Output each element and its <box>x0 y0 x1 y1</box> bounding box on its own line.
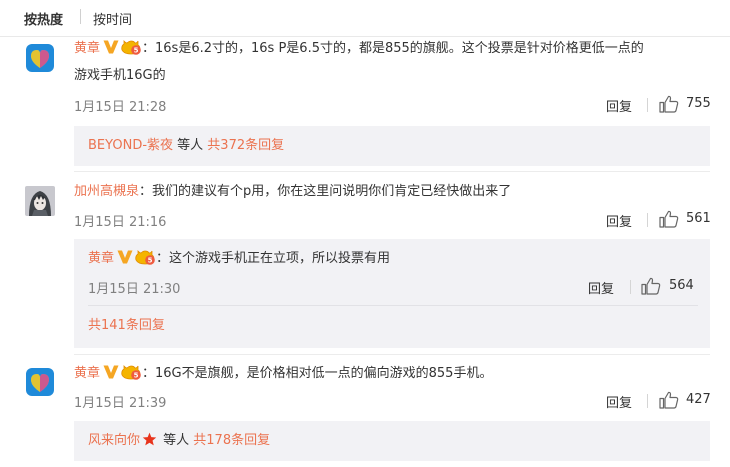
action-separator <box>647 394 648 408</box>
replies-count-link[interactable]: 共141条回复 <box>88 318 165 333</box>
reply-button[interactable]: 回复 <box>588 278 614 297</box>
avatar[interactable] <box>25 43 55 73</box>
star-icon <box>142 432 157 446</box>
action-separator <box>647 213 648 227</box>
reply-author[interactable]: 黄章 <box>88 251 114 266</box>
sort-bar: 按热度 按时间 <box>0 0 730 36</box>
verified-v-icon <box>117 250 133 264</box>
comment-date: 1月15日 21:28 <box>74 100 167 115</box>
comment-1-line2: 游戏手机16G的 <box>74 66 166 86</box>
anime-character-avatar-icon <box>25 186 55 216</box>
replies-summary: 共141条回复 <box>88 316 165 336</box>
like-count: 561 <box>686 211 711 226</box>
reply-text: ：这个游戏手机正在立项，所以投票有用 <box>156 251 391 266</box>
comment-author[interactable]: 加州高槻泉 <box>74 184 139 199</box>
nested-reply-box: 黄章 ：这个游戏手机正在立项，所以投票有用 1月15日 21:30 回复 564 … <box>74 239 710 348</box>
meizu-logo-avatar-icon <box>25 367 55 397</box>
comment-text-continued: 游戏手机16G的 <box>74 68 166 83</box>
reply-button[interactable]: 回复 <box>606 211 632 230</box>
member-level-icon[interactable] <box>120 38 142 55</box>
replies-summary: 风来向你 等人 共178条回复 <box>88 431 270 451</box>
replies-count-link[interactable]: 共372条回复 <box>207 138 284 153</box>
replies-count-link[interactable]: 共178条回复 <box>193 433 270 448</box>
summary-connector: 等人 <box>173 138 208 153</box>
comment-text: ：16G不是旗舰，是价格相对低一点的偏向游戏的855手机。 <box>142 366 493 381</box>
reply-date: 1月15日 21:30 <box>88 282 181 297</box>
thumbs-up-icon[interactable] <box>659 210 679 228</box>
nested-divider <box>88 305 698 306</box>
thumbs-up-icon[interactable] <box>659 391 679 409</box>
avatar[interactable] <box>25 186 55 216</box>
replies-summary-box: BEYOND-紫夜 等人 共372条回复 <box>74 126 710 166</box>
reply-users-link[interactable]: 风来向你 <box>88 433 140 448</box>
thumbs-up-icon[interactable] <box>641 277 661 295</box>
member-level-icon[interactable] <box>134 248 156 265</box>
sort-by-hot-tab[interactable]: 按热度 <box>24 9 63 28</box>
comment-divider <box>74 354 710 355</box>
reply-button[interactable]: 回复 <box>606 392 632 411</box>
comment-3-line1: 黄章 ：16G不是旗舰，是价格相对低一点的偏向游戏的855手机。 <box>74 363 492 384</box>
verified-v-icon <box>103 365 119 379</box>
member-level-icon[interactable] <box>120 363 142 380</box>
meizu-logo-avatar-icon <box>25 43 55 73</box>
like-count: 564 <box>669 278 694 293</box>
sort-separator <box>80 9 81 24</box>
reply-button[interactable]: 回复 <box>606 96 632 115</box>
comment-date: 1月15日 21:16 <box>74 215 167 230</box>
reply-users-link[interactable]: BEYOND-紫夜 <box>88 138 173 153</box>
verified-v-icon <box>103 40 119 54</box>
action-separator <box>630 280 631 294</box>
comment-text: ：我们的建议有个p用，你在这里问说明你们肯定已经快做出来了 <box>139 184 512 199</box>
replies-summary: BEYOND-紫夜 等人 共372条回复 <box>88 136 284 156</box>
comment-date: 1月15日 21:39 <box>74 396 167 411</box>
avatar[interactable] <box>25 367 55 397</box>
comment-author[interactable]: 黄章 <box>74 366 100 381</box>
thumbs-up-icon[interactable] <box>659 95 679 113</box>
comment-2-line1: 加州高槻泉：我们的建议有个p用，你在这里问说明你们肯定已经快做出来了 <box>74 182 511 202</box>
comment-1-line1: 黄章 ：16s是6.2寸的，16s P是6.5寸的，都是855的旗舰。这个投票是针… <box>74 38 644 59</box>
replies-summary-box: 风来向你 等人 共178条回复 <box>74 421 710 461</box>
like-count: 755 <box>686 96 711 111</box>
header-divider <box>0 36 730 37</box>
comment-author[interactable]: 黄章 <box>74 41 100 56</box>
comment-divider <box>74 171 710 172</box>
like-count: 427 <box>686 392 711 407</box>
nested-reply-line: 黄章 ：这个游戏手机正在立项，所以投票有用 <box>88 248 390 269</box>
action-separator <box>647 98 648 112</box>
comment-text: ：16s是6.2寸的，16s P是6.5寸的，都是855的旗舰。这个投票是针对价… <box>142 41 644 56</box>
sort-by-time-tab[interactable]: 按时间 <box>93 9 132 28</box>
summary-connector: 等人 <box>159 433 194 448</box>
